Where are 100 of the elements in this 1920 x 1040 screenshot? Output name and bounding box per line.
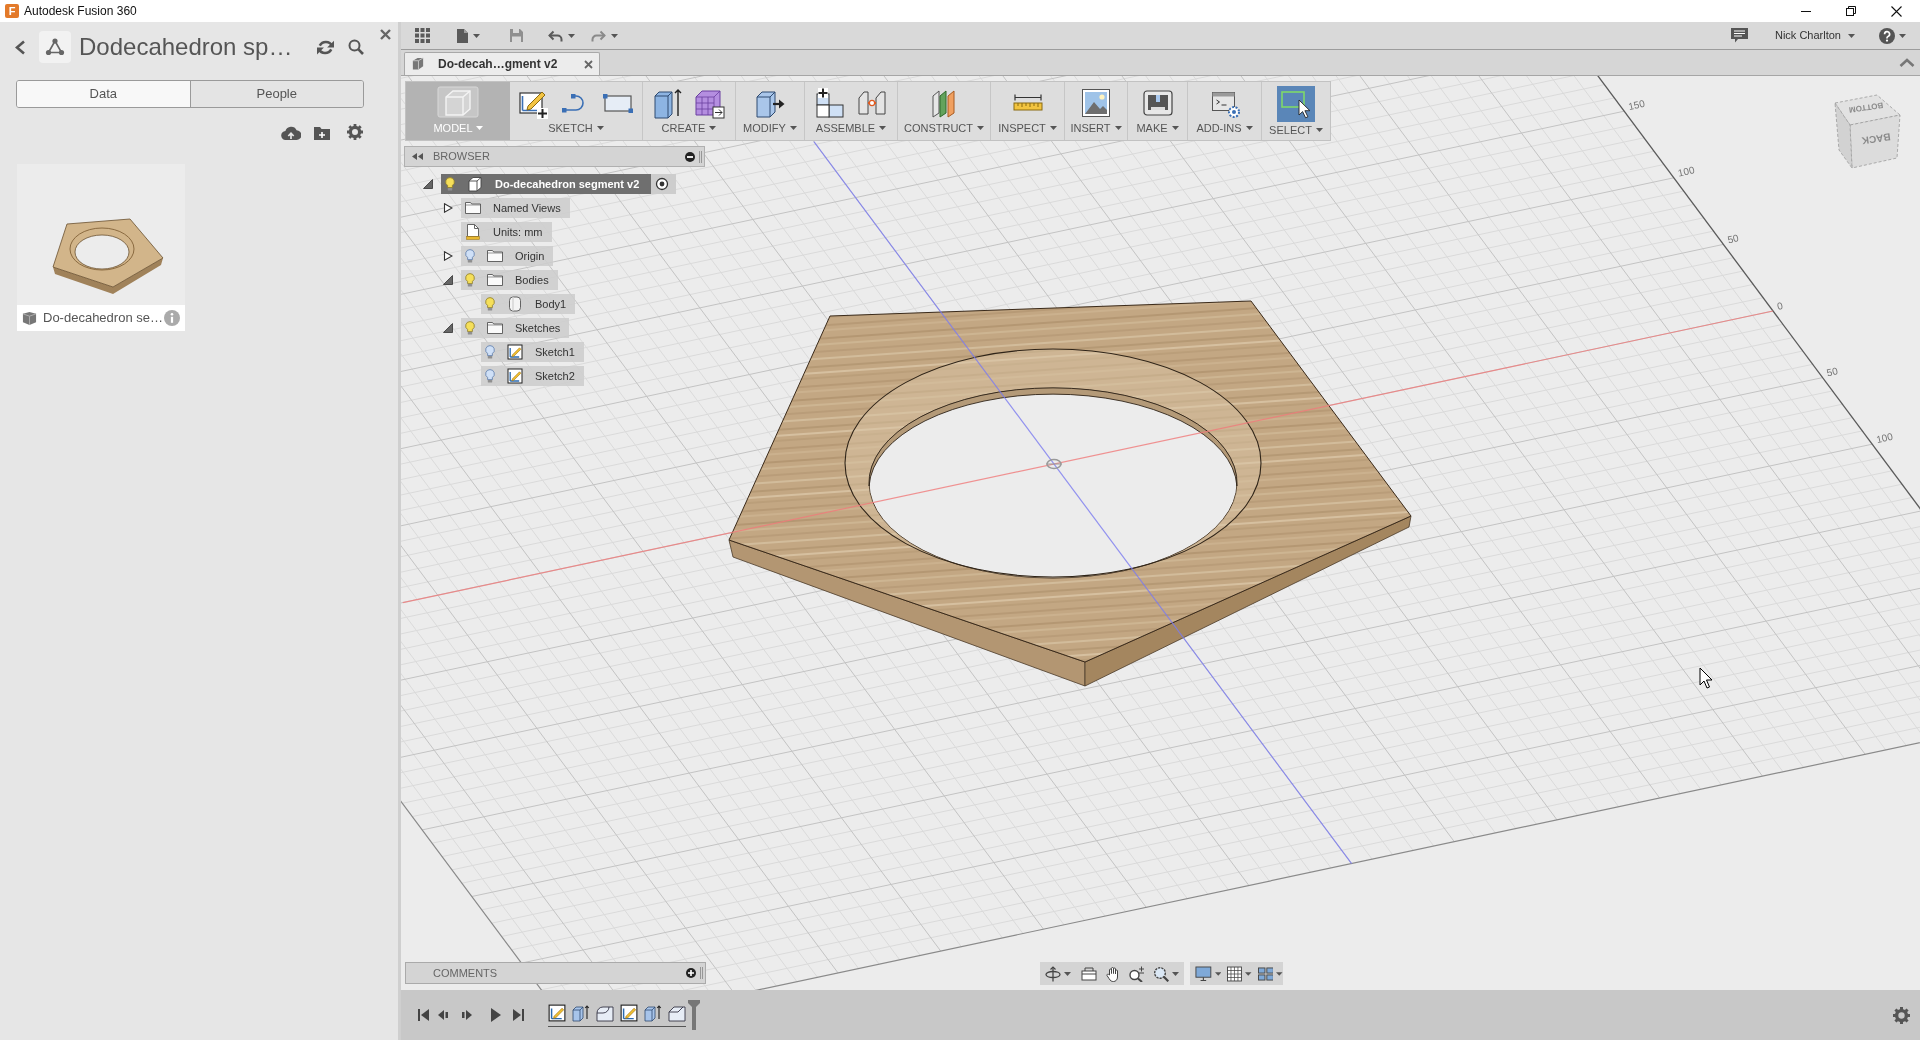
origin-marker-icon xyxy=(1045,458,1063,470)
collapse-arrows-icon[interactable] xyxy=(412,153,423,160)
caret-icon[interactable] xyxy=(1245,971,1252,976)
sketch-icon[interactable] xyxy=(548,1003,566,1022)
landscape-picture-icon[interactable] xyxy=(1080,86,1112,119)
light-bulb-icon[interactable] xyxy=(445,177,455,191)
grid-icon[interactable] xyxy=(1227,965,1243,982)
search-icon[interactable] xyxy=(348,39,364,55)
cursor-select-icon[interactable] xyxy=(1277,86,1315,122)
tree-item[interactable]: Origin xyxy=(461,246,554,266)
tree-item[interactable]: Named Views xyxy=(461,198,570,218)
zoom-window-icon[interactable] xyxy=(1153,965,1169,982)
zoom-icon[interactable] xyxy=(1128,965,1144,982)
ruler-document-icon xyxy=(465,224,481,240)
caret-icon[interactable] xyxy=(568,33,575,38)
look-at-icon[interactable] xyxy=(1081,965,1097,982)
toolbar-menu-button[interactable]: ASSEMBLE xyxy=(815,119,887,136)
caret-icon[interactable] xyxy=(1064,971,1071,976)
document-tab[interactable]: Do-decah…gment v2 xyxy=(404,52,600,75)
ruler-label: 50 xyxy=(1825,365,1839,379)
settings-icon[interactable] xyxy=(1893,1006,1910,1024)
tree-item[interactable]: Body1 xyxy=(481,294,576,314)
ruler-label: 100 xyxy=(1875,430,1894,446)
tab[interactable]: People xyxy=(189,81,363,107)
restore-icon[interactable] xyxy=(1846,6,1856,16)
caret-icon xyxy=(879,125,887,130)
rounded-box-icon[interactable] xyxy=(596,1003,614,1022)
last-step-icon[interactable] xyxy=(513,1008,524,1022)
cylinder-icon xyxy=(507,296,523,312)
caret-icon[interactable] xyxy=(1899,33,1906,38)
toolbar-menu-button[interactable]: MAKE xyxy=(1136,119,1179,136)
radio-button-icon[interactable] xyxy=(651,174,677,194)
plus-circle-icon[interactable] xyxy=(686,968,696,978)
app-logo: F xyxy=(5,4,19,18)
file-icon[interactable] xyxy=(456,27,469,44)
tree-item[interactable]: Sketch2 xyxy=(481,366,584,386)
caret-icon[interactable] xyxy=(473,33,480,38)
toolbar-menu-button[interactable]: CONSTRUCT xyxy=(903,119,985,136)
monitor-icon[interactable] xyxy=(1195,965,1212,982)
expanded-triangle-icon[interactable] xyxy=(423,179,433,189)
sketch-icon xyxy=(507,344,523,360)
box-arrow-icon[interactable] xyxy=(644,1003,662,1022)
project-icon xyxy=(39,31,71,63)
settings-icon[interactable] xyxy=(347,124,363,140)
expanded-triangle-icon[interactable] xyxy=(443,275,453,285)
caret-icon[interactable] xyxy=(1276,971,1283,976)
collapsed-triangle-icon[interactable] xyxy=(443,251,453,261)
caret-icon xyxy=(1171,125,1179,130)
grid-menu-icon[interactable] xyxy=(415,28,430,43)
tree-item[interactable]: Do-decahedron segment v2 xyxy=(441,174,652,194)
comment-icon[interactable] xyxy=(1730,28,1748,43)
expanded-triangle-icon[interactable] xyxy=(443,323,453,333)
toolbar-menu-button[interactable]: ADD-INS xyxy=(1196,119,1253,136)
tree-item[interactable]: Units: mm xyxy=(461,222,552,242)
file-name: Do-decahedron se… xyxy=(43,309,163,328)
chevron-up-icon[interactable] xyxy=(1899,58,1915,68)
mouse-pointer-icon xyxy=(1699,667,1713,689)
tree-item[interactable]: Sketch1 xyxy=(481,342,584,362)
box-arrow-icon[interactable] xyxy=(572,1003,590,1022)
tree-item[interactable]: Sketches xyxy=(461,318,570,338)
toolbar-menu-button[interactable]: INSPECT xyxy=(998,119,1057,136)
tab[interactable]: Data xyxy=(17,81,190,107)
toolbar-menu-button[interactable]: MODIFY xyxy=(743,119,797,136)
cut-corner-box-icon[interactable] xyxy=(668,1003,686,1022)
toolbar-menu-button[interactable]: CREATE xyxy=(661,119,717,136)
back-chevron-icon[interactable] xyxy=(14,39,26,55)
caret-icon[interactable] xyxy=(1214,971,1222,976)
refresh-icon[interactable] xyxy=(317,39,334,55)
caret-icon[interactable] xyxy=(611,33,618,38)
pan-hand-icon[interactable] xyxy=(1105,965,1121,982)
stacked-blocks-icon[interactable] xyxy=(814,86,846,119)
playhead-marker-icon[interactable] xyxy=(688,1000,700,1030)
minus-circle-icon[interactable] xyxy=(685,151,695,162)
caret-icon xyxy=(1315,128,1323,133)
toolbar-menu-button[interactable]: INSERT xyxy=(1070,119,1122,136)
caret-icon xyxy=(789,125,797,130)
close-icon[interactable] xyxy=(1891,5,1902,17)
viewports-icon[interactable] xyxy=(1257,965,1274,982)
cloud-upload-icon[interactable] xyxy=(281,124,301,140)
tree-item[interactable]: Bodies xyxy=(461,270,558,290)
collapsed-triangle-icon[interactable] xyxy=(443,203,453,213)
toolbar-menu-button[interactable]: SKETCH xyxy=(548,119,604,136)
new-folder-icon[interactable] xyxy=(314,124,330,140)
sketch-icon[interactable] xyxy=(620,1003,638,1022)
help-icon[interactable] xyxy=(1879,27,1895,44)
cube-outline-icon xyxy=(437,86,479,118)
grip-icon xyxy=(699,150,702,163)
caret-icon xyxy=(596,125,604,130)
ruler-label: 100 xyxy=(1676,164,1696,179)
first-step-icon[interactable] xyxy=(418,1008,429,1022)
file-card[interactable]: Do-decahedron se… xyxy=(17,164,185,331)
play-icon[interactable] xyxy=(490,1008,501,1022)
step-forward-icon[interactable] xyxy=(462,1008,472,1022)
undo-icon[interactable] xyxy=(548,29,563,42)
orbit-icon[interactable] xyxy=(1045,965,1061,982)
step-back-icon[interactable] xyxy=(438,1008,448,1022)
toolbar-menu-button[interactable]: SELECT xyxy=(1269,122,1323,139)
cube-icon xyxy=(22,310,37,326)
caret-icon[interactable] xyxy=(1172,971,1179,976)
user-menu-button[interactable]: Nick Charlton xyxy=(1774,27,1855,44)
